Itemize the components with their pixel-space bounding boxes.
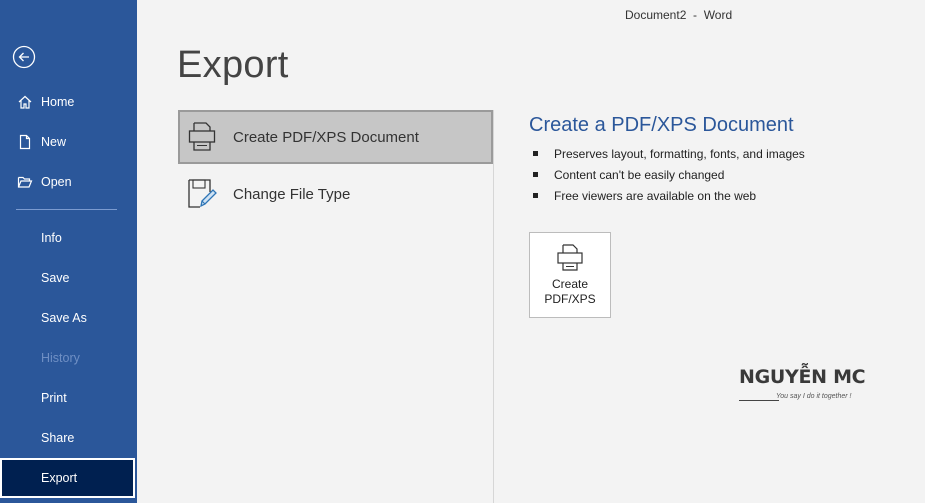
sidebar-item-open[interactable]: Open bbox=[0, 162, 137, 202]
sidebar-item-print[interactable]: Print bbox=[0, 378, 137, 418]
sidebar-item-save-as[interactable]: Save As bbox=[0, 298, 137, 338]
bullet-icon bbox=[533, 193, 538, 198]
sidebar-item-save[interactable]: Save bbox=[0, 258, 137, 298]
option-label: Change File Type bbox=[233, 185, 351, 203]
sidebar-item-label: Share bbox=[41, 431, 75, 445]
bullet-icon bbox=[533, 172, 538, 177]
pdf-document-icon bbox=[555, 243, 585, 273]
sidebar-item-label: Export bbox=[41, 471, 78, 485]
column-divider bbox=[493, 110, 494, 503]
sidebar-item-label: Save As bbox=[41, 311, 87, 325]
feature-list: Preserves layout, formatting, fonts, and… bbox=[533, 143, 805, 206]
sidebar-item-home[interactable]: Home bbox=[0, 82, 137, 122]
page-title: Export bbox=[177, 44, 289, 86]
button-label: Create PDF/XPS bbox=[544, 277, 596, 306]
sidebar-item-share[interactable]: Share bbox=[0, 418, 137, 458]
option-label: Create PDF/XPS Document bbox=[233, 128, 419, 146]
list-item: Preserves layout, formatting, fonts, and… bbox=[533, 143, 805, 164]
new-document-icon bbox=[16, 133, 34, 151]
watermark-line bbox=[739, 400, 779, 401]
sidebar-item-label: Open bbox=[41, 175, 72, 189]
title-bar: Document2 - Word bbox=[137, 0, 925, 30]
window-title: Document2 - Word bbox=[625, 8, 733, 22]
sidebar-item-label: New bbox=[41, 135, 67, 149]
sidebar-item-info[interactable]: Info bbox=[0, 218, 137, 258]
option-change-file-type[interactable]: Change File Type bbox=[178, 167, 493, 221]
watermark-title: NGUYỄN MC bbox=[739, 366, 866, 388]
list-item: Content can't be easily changed bbox=[533, 164, 805, 185]
sidebar-item-new[interactable]: New bbox=[0, 122, 137, 162]
sidebar-divider bbox=[16, 209, 117, 210]
sidebar-item-label: Save bbox=[41, 271, 70, 285]
pdf-document-icon bbox=[186, 120, 218, 154]
bullet-icon bbox=[533, 151, 538, 156]
home-icon bbox=[16, 93, 34, 111]
sidebar-item-export[interactable]: Export bbox=[0, 458, 135, 498]
watermark-logo: NGUYỄN MC You say I do it together ! bbox=[739, 362, 869, 408]
sidebar-item-label: Home bbox=[41, 95, 75, 109]
list-item: Free viewers are available on the web bbox=[533, 185, 805, 206]
sidebar-item-label: Print bbox=[41, 391, 67, 405]
create-pdf-xps-button[interactable]: Create PDF/XPS bbox=[529, 232, 611, 318]
sidebar-item-label: History bbox=[41, 351, 80, 365]
sidebar-item-history: History bbox=[0, 338, 137, 378]
watermark-subtitle: You say I do it together ! bbox=[776, 393, 852, 400]
change-file-type-icon bbox=[186, 177, 218, 211]
folder-open-icon bbox=[16, 173, 34, 191]
backstage-sidebar: Home New Open Info Save Save As History … bbox=[0, 0, 137, 503]
back-arrow-icon[interactable] bbox=[12, 45, 36, 69]
option-create-pdf-xps[interactable]: Create PDF/XPS Document bbox=[178, 110, 493, 164]
detail-title: Create a PDF/XPS Document bbox=[529, 114, 794, 136]
sidebar-item-label: Info bbox=[41, 231, 62, 245]
